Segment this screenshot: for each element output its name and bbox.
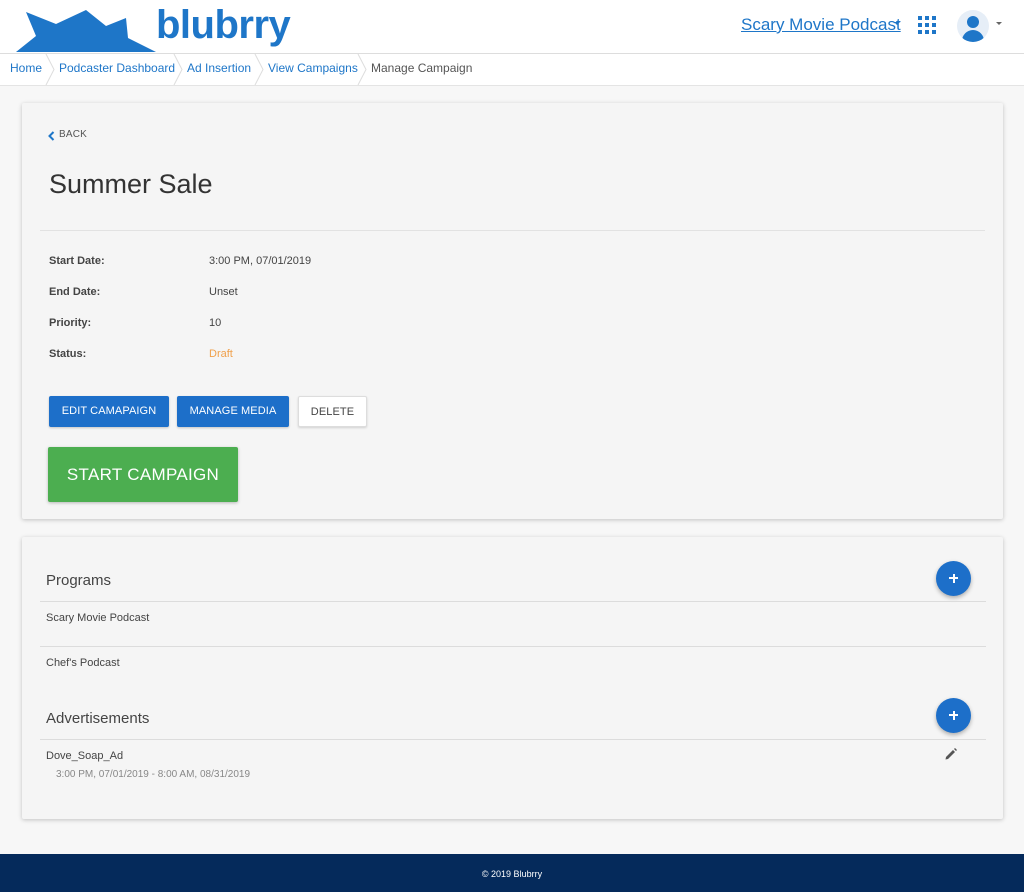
edit-campaign-button[interactable]: EDIT CAMAPAIGN [49,396,169,427]
priority-label: Priority: [49,317,92,329]
add-program-button[interactable] [936,561,971,596]
manage-media-button[interactable]: MANAGE MEDIA [177,396,289,427]
divider [40,601,986,602]
breadcrumb-separator-icon [45,54,55,85]
breadcrumb: Home Podcaster Dashboard Ad Insertion Vi… [0,54,1024,86]
advertisement-date-range: 3:00 PM, 07/01/2019 - 8:00 AM, 08/31/201… [56,769,251,780]
apps-grid-icon[interactable] [918,16,936,34]
end-date-value: Unset [209,286,238,298]
pencil-edit-icon[interactable] [944,747,958,761]
advertisement-name[interactable]: Dove_Soap_Ad [46,750,123,762]
breadcrumb-view-campaigns[interactable]: View Campaigns [268,54,358,85]
copyright-text: © 2019 Blubrry [481,869,543,879]
priority-value: 10 [209,317,222,329]
user-avatar-icon[interactable] [957,10,989,42]
top-bar: blubrry Scary Movie Podcast [0,0,1024,54]
breadcrumb-ad-insertion[interactable]: Ad Insertion [187,54,251,85]
breadcrumb-separator-icon [357,54,367,85]
add-advertisement-button[interactable] [936,698,971,733]
campaign-title: Summer Sale [49,169,213,199]
start-date-label: Start Date: [49,255,105,267]
divider [40,230,985,231]
chevron-down-icon[interactable] [894,22,900,25]
breadcrumb-separator-icon [254,54,264,85]
program-item[interactable]: Scary Movie Podcast [46,612,149,624]
divider [40,739,986,740]
advertisements-heading: Advertisements [46,710,150,727]
breadcrumb-podcaster-dashboard[interactable]: Podcaster Dashboard [59,54,175,85]
podcast-selector[interactable]: Scary Movie Podcast [741,14,901,36]
breadcrumb-manage-campaign: Manage Campaign [371,61,473,75]
chevron-down-icon[interactable] [996,22,1002,25]
breadcrumb-separator-icon [173,54,183,85]
divider [40,646,986,647]
breadcrumb-home[interactable]: Home [10,54,42,85]
programs-heading: Programs [46,572,112,589]
end-date-label: End Date: [49,286,101,298]
program-item[interactable]: Chef's Podcast [46,657,120,669]
status-value: Draft [209,348,233,360]
chevron-left-icon[interactable] [48,131,55,141]
delete-button[interactable]: DELETE [298,396,367,427]
brand-name[interactable]: blubrry [156,2,291,48]
start-date-value: 3:00 PM, 07/01/2019 [209,255,312,267]
footer: © 2019 Blubrry [0,854,1024,892]
status-label: Status: [49,348,87,360]
start-campaign-button[interactable]: START CAMPAIGN [48,447,238,502]
back-link[interactable]: BACK [59,129,87,140]
programs-ads-card: Programs Scary Movie Podcast Chef's Podc… [22,537,1003,819]
campaign-card: BACK Summer Sale Start Date: 3:00 PM, 07… [22,103,1003,519]
